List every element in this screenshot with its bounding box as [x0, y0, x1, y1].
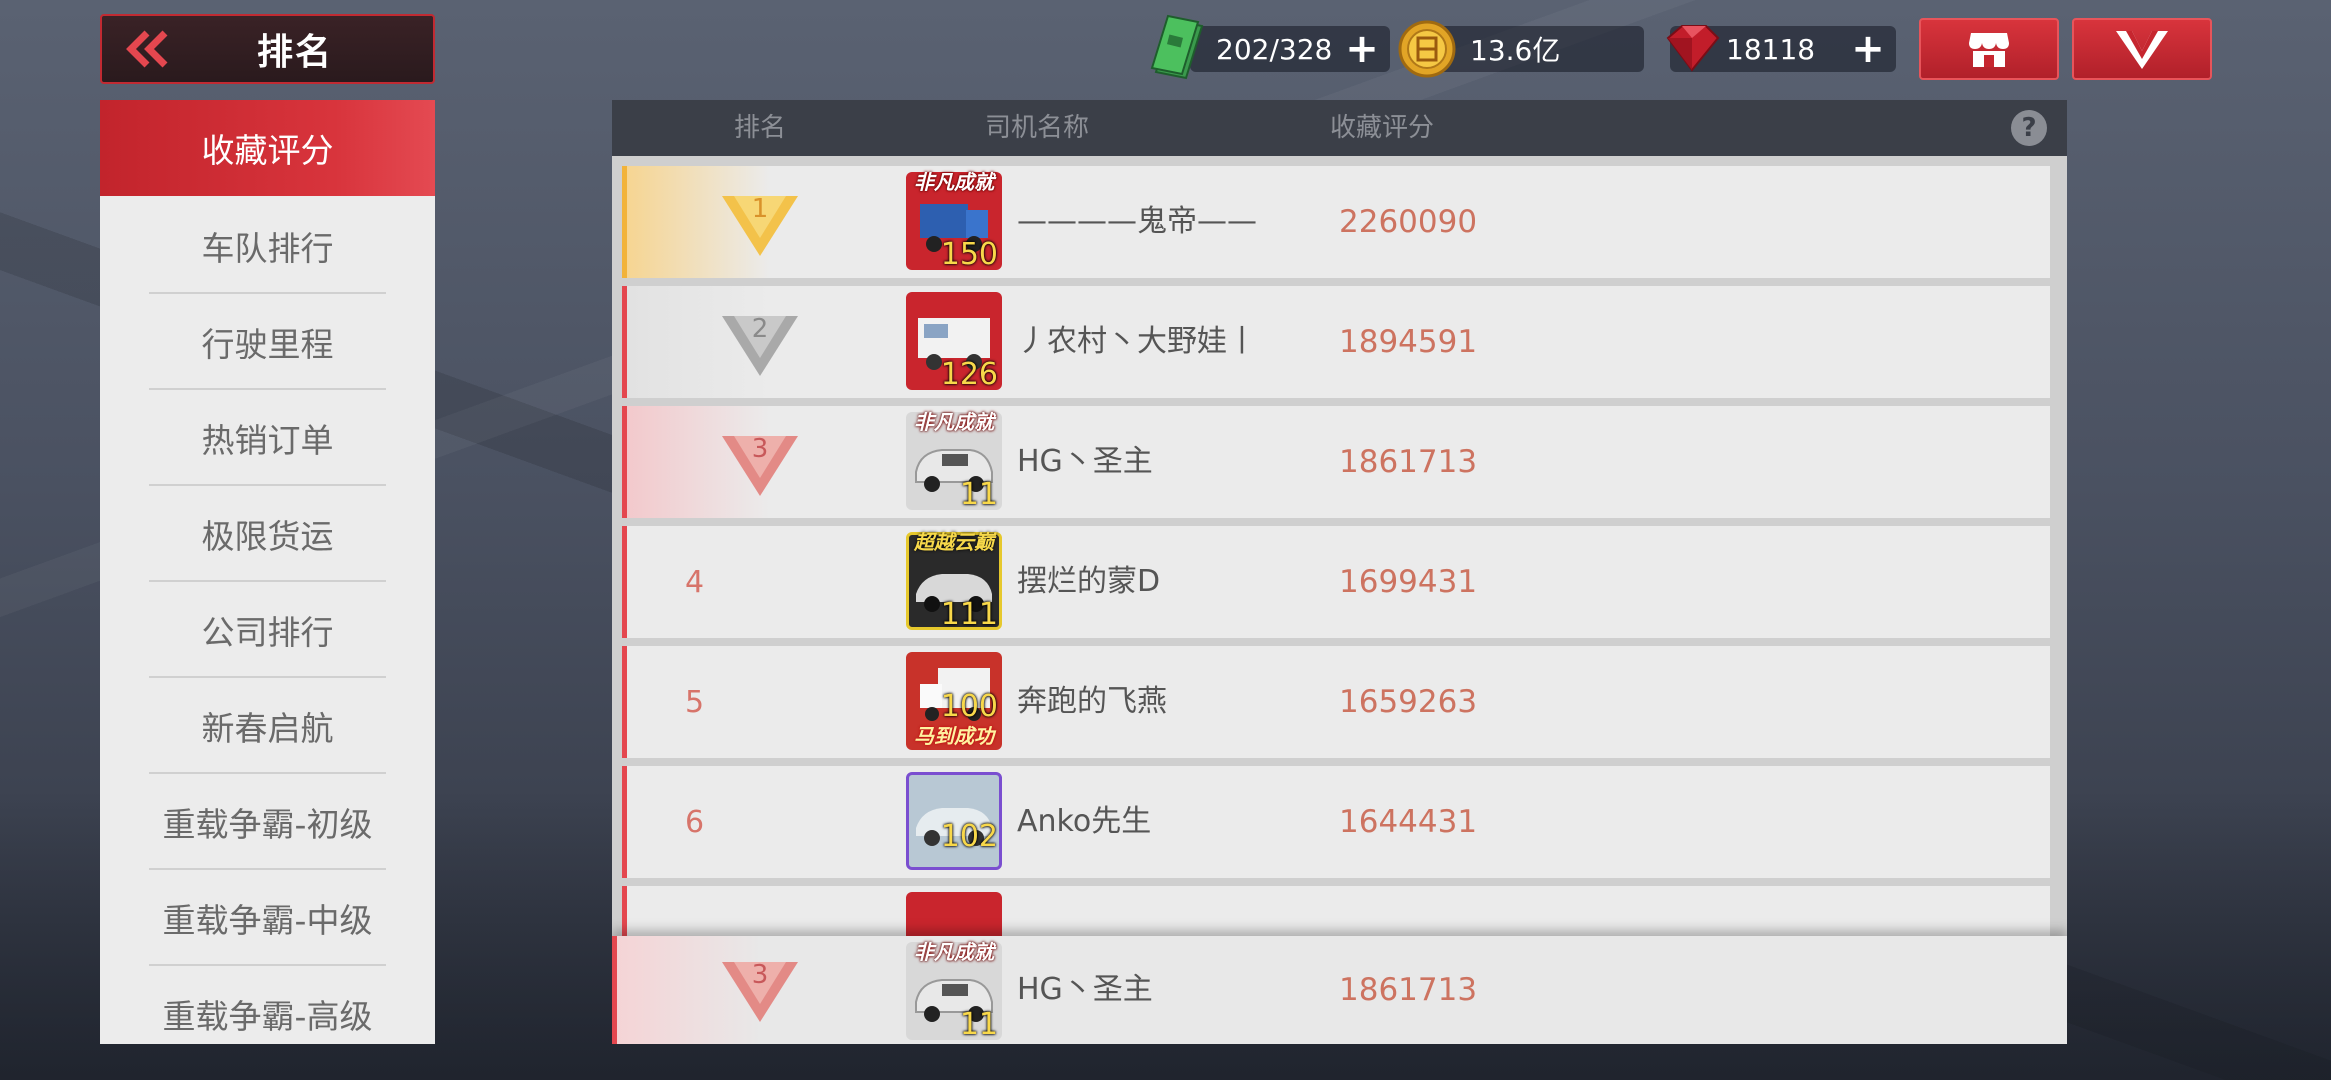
bronze-rank-badge-icon: 3	[720, 958, 800, 1024]
avatar-tag: 超越云巅	[914, 530, 994, 554]
bronze-rank-badge-icon: 3	[720, 432, 800, 498]
gem-value: 18118	[1726, 32, 1816, 66]
rank-number: 4	[684, 564, 705, 600]
sidebar-item-team-ranking[interactable]: 车队排行	[100, 198, 435, 294]
player-name: Anko先生	[1017, 804, 1152, 839]
sidebar-item-new-year[interactable]: 新春启航	[100, 678, 435, 774]
gold-resource: 13.6亿	[1398, 20, 1644, 78]
player-name: ————鬼帝——	[1017, 204, 1257, 239]
rank-number: 5	[684, 684, 705, 720]
rank-number: 3	[751, 960, 769, 990]
gold-rank-badge-icon: 1	[720, 192, 800, 258]
player-name: 摆烂的蒙D	[1017, 564, 1161, 599]
shop-icon	[1969, 33, 2009, 67]
avatar-level: 11	[959, 477, 998, 512]
sidebar-item-hot-orders[interactable]: 热销订单	[100, 390, 435, 486]
cash-resource: 202/328 +	[1150, 14, 1390, 80]
player-score: 1659263	[1339, 684, 1478, 720]
table-row[interactable]: 3 非凡成就 11 HG丶圣主 1861713	[622, 406, 2050, 518]
rank-number: 1	[751, 194, 769, 224]
player-name: HG丶圣主	[1017, 444, 1153, 479]
table-row[interactable]: 4 超越云巅 111 摆烂的蒙D 1699431	[622, 526, 2050, 638]
avatar-level: 100	[940, 689, 998, 724]
silver-rank-badge-icon: 2	[720, 312, 800, 378]
gold-value: 13.6亿	[1470, 34, 1561, 67]
back-button[interactable]	[102, 16, 192, 82]
player-name: 奔跑的飞燕	[1017, 684, 1167, 719]
sidebar-item-label: 重载争霸-高级	[162, 997, 373, 1036]
column-header-score: 收藏评分	[1330, 113, 1435, 143]
avatar[interactable]: 超越云巅 111	[902, 526, 1006, 634]
sidebar-item-company-ranking[interactable]: 公司排行	[100, 582, 435, 678]
sidebar-item-label: 重载争霸-中级	[162, 901, 373, 940]
avatar[interactable]: 102	[902, 766, 1006, 874]
table-header: 排名 司机名称 收藏评分 ?	[612, 100, 2067, 156]
gem-add-button[interactable]: +	[1840, 26, 1896, 72]
avatar-tag: 非凡成就	[914, 940, 994, 964]
avatar-tag: 非凡成就	[914, 410, 994, 434]
column-header-name: 司机名称	[985, 113, 1090, 143]
category-sidebar: 收藏评分 车队排行 行驶里程 热销订单 极限货运 公司排行 新春启航 重载争霸-…	[100, 100, 435, 1044]
help-button[interactable]: ?	[2011, 110, 2047, 146]
sidebar-item-label: 热销订单	[201, 421, 334, 460]
avatar-level: 150	[940, 237, 998, 272]
player-name: HG丶圣主	[1017, 972, 1153, 1007]
table-row[interactable]: 2 126 丿农村丶大野娃丨 1894591	[622, 286, 2050, 398]
avatar[interactable]: 非凡成就 11	[902, 406, 1006, 514]
player-name: 丿农村丶大野娃丨	[1017, 324, 1257, 359]
sidebar-item-label: 车队排行	[201, 229, 334, 268]
avatar-level: 126	[940, 357, 998, 392]
sidebar-item-label: 新春启航	[201, 709, 334, 748]
gold-coin-icon	[1398, 20, 1456, 78]
sidebar-item-label: 行驶里程	[201, 325, 334, 364]
column-header-rank: 排名	[734, 113, 787, 143]
rank-number: 2	[751, 314, 769, 344]
table-row[interactable]: 1 非凡成就 150 ————鬼帝—— 2260090	[622, 166, 2050, 278]
player-score: 1644431	[1339, 804, 1478, 840]
title-bar: 排名	[100, 14, 435, 84]
avatar-tag: 非凡成就	[914, 170, 994, 194]
rank-number: 3	[751, 434, 769, 464]
sidebar-item-heavy-junior[interactable]: 重载争霸-初级	[100, 774, 435, 870]
shop-button[interactable]	[1919, 18, 2059, 80]
double-chevron-left-icon	[126, 30, 168, 68]
player-score: 1861713	[1339, 444, 1478, 480]
sidebar-item-mileage[interactable]: 行驶里程	[100, 294, 435, 390]
avatar-level: 102	[940, 819, 998, 854]
sidebar-item-label: 公司排行	[201, 613, 334, 652]
sidebar-item-extreme-freight[interactable]: 极限货运	[100, 486, 435, 582]
cash-add-button[interactable]: +	[1334, 26, 1390, 72]
sidebar-item-label: 收藏评分	[201, 131, 334, 170]
my-rank-row[interactable]: 3 非凡成就 11 HG丶圣主 1861713	[612, 936, 2067, 1044]
avatar[interactable]: 马到成功 100	[902, 646, 1006, 754]
cash-stack-icon	[1150, 14, 1204, 80]
table-row[interactable]: 6 102 Anko先生 1644431	[622, 766, 2050, 878]
page-title: 排名	[257, 32, 334, 73]
ranking-panel: 排名 司机名称 收藏评分 ? 1 非凡成就 150 ————鬼帝—— 22600…	[612, 100, 2067, 1044]
player-score: 1894591	[1339, 324, 1478, 360]
cash-value: 202/328	[1216, 32, 1333, 66]
gem-resource: 18118 +	[1666, 25, 1896, 72]
avatar[interactable]: 非凡成就 150	[902, 166, 1006, 274]
sidebar-item-heavy-middle[interactable]: 重载争霸-中级	[100, 870, 435, 966]
sidebar-item-heavy-senior[interactable]: 重载争霸-高级	[100, 966, 435, 1044]
avatar[interactable]: 126	[902, 286, 1006, 394]
table-row[interactable]: 5 马到成功 100 奔跑的飞燕 1659263	[622, 646, 2050, 758]
ruby-gem-icon	[1666, 25, 1720, 72]
rank-number: 6	[684, 804, 705, 840]
vip-button[interactable]	[2072, 18, 2212, 80]
sidebar-item-label: 极限货运	[201, 517, 334, 556]
vip-icon	[2116, 31, 2168, 69]
sidebar-item-collection-score[interactable]: 收藏评分	[100, 100, 435, 196]
player-score: 2260090	[1339, 204, 1478, 240]
avatar-level: 11	[959, 1007, 998, 1042]
avatar-level: 111	[940, 597, 998, 632]
player-score: 1699431	[1339, 564, 1478, 600]
avatar[interactable]: 非凡成就 11	[902, 936, 1006, 1044]
sidebar-item-label: 重载争霸-初级	[162, 805, 373, 844]
player-score: 1861713	[1339, 972, 1478, 1008]
